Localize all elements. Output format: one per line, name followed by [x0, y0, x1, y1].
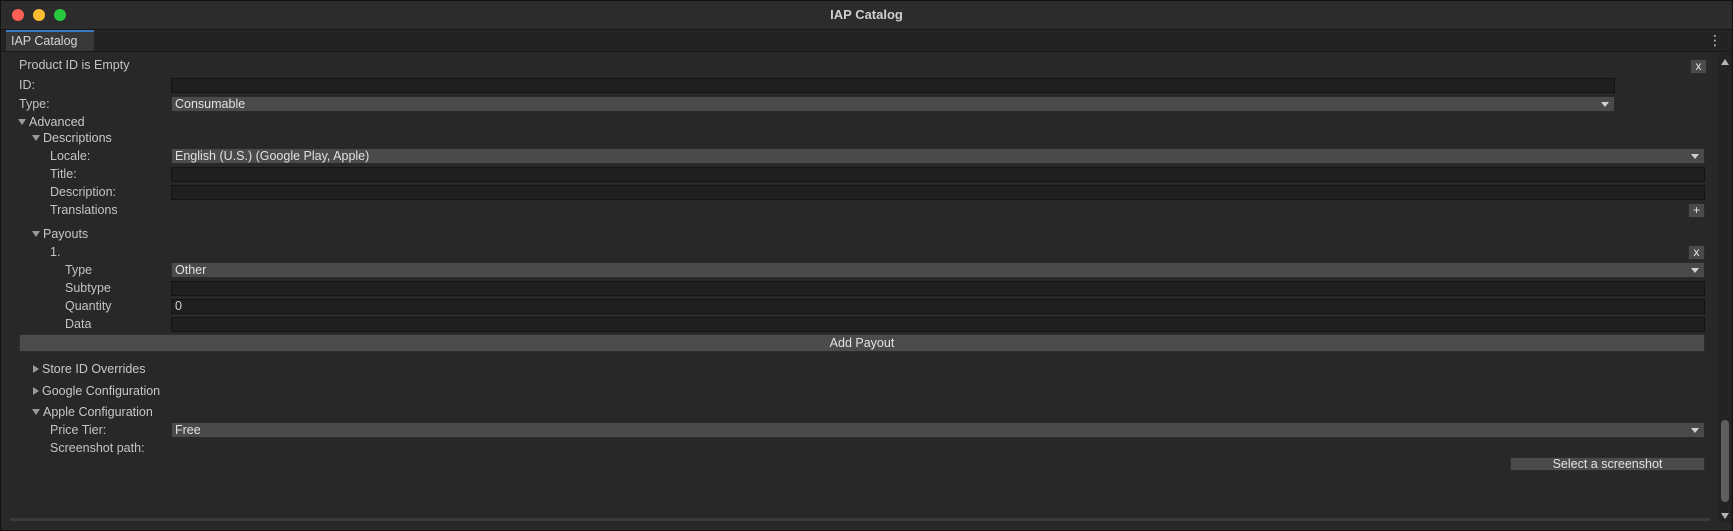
type-dropdown[interactable]: Consumable — [171, 96, 1615, 112]
advanced-foldout[interactable]: Advanced — [18, 114, 85, 130]
descriptions-foldout[interactable]: Descriptions — [32, 130, 112, 146]
id-field[interactable] — [171, 78, 1615, 93]
product-header: Product ID is Empty — [19, 58, 130, 72]
window-title: IAP Catalog — [830, 7, 903, 22]
payout-type-dropdown[interactable]: Other — [171, 262, 1705, 278]
payout-data-field[interactable] — [171, 317, 1705, 332]
google-configuration-foldout[interactable]: Google Configuration — [32, 383, 160, 399]
payout-subtype-label: Subtype — [65, 281, 111, 295]
payout-data-label: Data — [65, 317, 92, 331]
tab-menu-icon[interactable]: ⋮ — [1708, 31, 1722, 49]
iap-catalog-window: IAP Catalog IAP Catalog ⋮ Product ID is … — [0, 0, 1733, 531]
payout-type-dropdown-value: Other — [175, 263, 207, 277]
price-tier-label: Price Tier: — [50, 423, 107, 437]
maximize-window-button[interactable] — [54, 9, 66, 21]
locale-dropdown[interactable]: English (U.S.) (Google Play, Apple) — [171, 148, 1705, 164]
title-field[interactable] — [171, 167, 1705, 182]
chevron-down-icon — [1601, 102, 1609, 107]
remove-payout-button[interactable]: x — [1688, 245, 1705, 260]
title-label: Title: — [50, 167, 77, 181]
foldout-collapsed-icon — [33, 365, 39, 373]
inspector-content: Product ID is Empty x ID: Type: Consumab… — [1, 52, 1732, 530]
tab-bar: IAP Catalog ⋮ — [1, 30, 1732, 52]
scroll-up-icon[interactable] — [1721, 59, 1729, 65]
price-tier-dropdown-value: Free — [175, 423, 201, 437]
add-translation-button[interactable]: + — [1688, 203, 1705, 218]
payout-type-label: Type — [65, 263, 93, 277]
apple-configuration-foldout[interactable]: Apple Configuration — [32, 404, 153, 420]
price-tier-dropdown[interactable]: Free — [171, 422, 1705, 438]
payout-quantity-field[interactable]: 0 — [171, 299, 1705, 314]
payouts-foldout[interactable]: Payouts — [32, 226, 88, 242]
locale-dropdown-value: English (U.S.) (Google Play, Apple) — [175, 149, 370, 163]
foldout-expanded-icon — [32, 135, 40, 141]
type-label: Type: — [19, 97, 50, 111]
description-label: Description: — [50, 185, 116, 199]
description-field[interactable] — [171, 185, 1705, 200]
minimize-window-button[interactable] — [33, 9, 45, 21]
foldout-collapsed-icon — [33, 387, 39, 395]
vertical-scrollbar[interactable] — [1718, 53, 1732, 523]
add-payout-button[interactable]: Add Payout — [19, 334, 1705, 352]
chevron-down-icon — [1691, 154, 1699, 159]
scrollbar-thumb[interactable] — [1721, 420, 1729, 502]
payout-quantity-label: Quantity — [65, 299, 112, 313]
tab-iap-catalog[interactable]: IAP Catalog — [6, 30, 94, 51]
chevron-down-icon — [1691, 268, 1699, 273]
store-id-overrides-foldout[interactable]: Store ID Overrides — [32, 361, 146, 377]
horizontal-divider — [10, 518, 1710, 521]
title-bar: IAP Catalog — [1, 1, 1732, 30]
foldout-expanded-icon — [18, 119, 26, 125]
locale-label: Locale: — [50, 149, 91, 163]
foldout-expanded-icon — [32, 231, 40, 237]
chevron-down-icon — [1691, 428, 1699, 433]
close-window-button[interactable] — [12, 9, 24, 21]
type-dropdown-value: Consumable — [175, 97, 246, 111]
select-screenshot-button[interactable]: Select a screenshot — [1510, 457, 1705, 471]
translations-label: Translations — [50, 203, 118, 217]
payout-index-label: 1. — [50, 245, 61, 259]
payout-subtype-field[interactable] — [171, 281, 1705, 296]
id-label: ID: — [19, 78, 35, 92]
screenshot-path-label: Screenshot path: — [50, 441, 145, 455]
scroll-down-icon[interactable] — [1721, 513, 1729, 519]
remove-product-button[interactable]: x — [1690, 59, 1707, 74]
foldout-expanded-icon — [32, 409, 40, 415]
